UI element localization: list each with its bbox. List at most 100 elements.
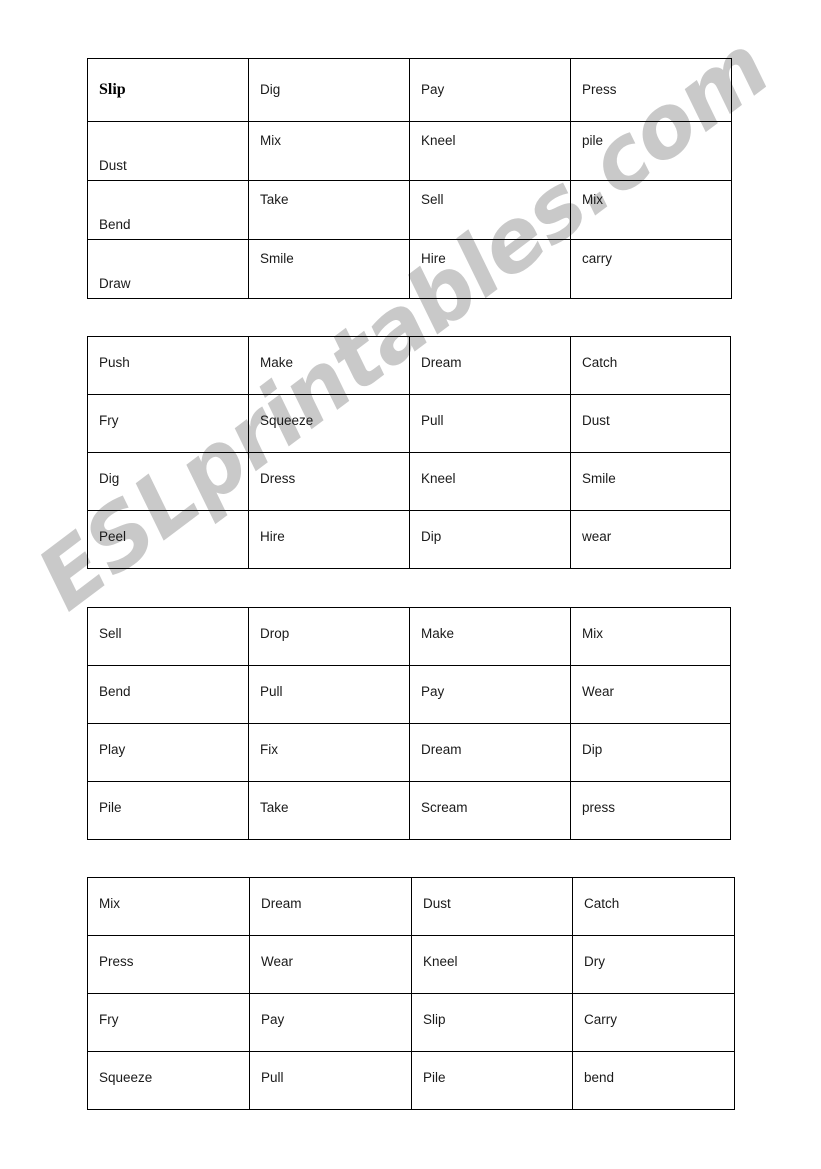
word-cell[interactable]: Bend [87, 665, 249, 724]
word-cell[interactable]: Kneel [409, 452, 571, 511]
word-label: Pay [421, 81, 445, 97]
word-cell[interactable]: Dip [570, 723, 731, 782]
word-cell[interactable]: Pay [249, 993, 412, 1052]
word-cell[interactable]: bend [572, 1051, 735, 1110]
word-cell[interactable]: Dust [411, 877, 573, 936]
word-cell[interactable]: Pay [409, 665, 571, 724]
word-cell[interactable]: Dream [409, 723, 571, 782]
word-cell[interactable]: press [570, 781, 731, 840]
word-cell[interactable]: Slip [87, 58, 249, 122]
word-label: Dream [261, 896, 302, 911]
word-cell[interactable]: Catch [572, 877, 735, 936]
word-label: Pull [260, 684, 283, 699]
word-cell[interactable]: Pay [409, 58, 571, 122]
word-label: pile [582, 133, 604, 148]
word-cell[interactable]: Dig [248, 58, 410, 122]
word-cell[interactable]: wear [570, 510, 731, 569]
word-label: Dream [421, 355, 462, 370]
word-cell[interactable]: Mix [570, 180, 732, 240]
word-cell[interactable]: Make [409, 607, 571, 666]
word-cell[interactable]: Make [248, 336, 410, 395]
word-label: Sell [99, 626, 122, 641]
worksheet-page: Slip Dig Pay Press Dust Mix Kneel pile B… [0, 0, 821, 1169]
word-label: bend [584, 1070, 615, 1085]
word-cell[interactable]: Peel [87, 510, 249, 569]
word-cell[interactable]: Play [87, 723, 249, 782]
word-label: Smile [582, 471, 616, 486]
word-label: Smile [260, 251, 294, 266]
word-label: Pay [261, 1012, 285, 1027]
word-cell[interactable]: Pull [249, 1051, 412, 1110]
word-label: Wear [261, 954, 294, 969]
word-bingo-card-1: Slip Dig Pay Press Dust Mix Kneel pile B… [87, 58, 732, 299]
word-label: Fry [99, 1012, 119, 1027]
word-cell[interactable]: Mix [87, 877, 250, 936]
word-cell[interactable]: Pull [409, 394, 571, 453]
word-label: Slip [99, 81, 126, 99]
word-cell[interactable]: Mix [248, 121, 410, 181]
word-cell[interactable]: Dig [87, 452, 249, 511]
word-cell[interactable]: Fix [248, 723, 410, 782]
word-cell[interactable]: Smile [570, 452, 731, 511]
word-cell[interactable]: Dream [409, 336, 571, 395]
word-label: Wear [582, 684, 615, 699]
word-cell[interactable]: Dust [570, 394, 731, 453]
word-cell[interactable]: Hire [248, 510, 410, 569]
word-cell[interactable]: Catch [570, 336, 731, 395]
word-cell[interactable]: Kneel [409, 121, 571, 181]
word-cell[interactable]: Pile [411, 1051, 573, 1110]
word-cell[interactable]: Dip [409, 510, 571, 569]
word-label: Mix [260, 133, 281, 148]
word-cell[interactable]: Wear [570, 665, 731, 724]
word-label: Kneel [423, 954, 458, 969]
word-cell[interactable]: Dream [249, 877, 412, 936]
word-cell[interactable]: carry [570, 239, 732, 299]
word-cell[interactable]: Hire [409, 239, 571, 299]
word-cell[interactable]: Squeeze [87, 1051, 250, 1110]
word-label: Pull [261, 1070, 284, 1085]
word-cell[interactable]: pile [570, 121, 732, 181]
word-cell[interactable]: Bend [87, 180, 249, 240]
word-label: Dust [423, 896, 451, 911]
word-cell[interactable]: Carry [572, 993, 735, 1052]
table-row: Mix Dream Dust Catch [87, 877, 735, 936]
word-cell[interactable]: Pull [248, 665, 410, 724]
word-cell[interactable]: Slip [411, 993, 573, 1052]
word-cell[interactable]: Sell [409, 180, 571, 240]
word-cell[interactable]: Scream [409, 781, 571, 840]
word-cell[interactable]: Wear [249, 935, 412, 994]
word-label: Dip [582, 742, 603, 757]
word-label: Bend [99, 217, 131, 233]
table-row: Sell Drop Make Mix [87, 607, 731, 666]
word-label: Carry [584, 1012, 617, 1027]
word-cell[interactable]: Dust [87, 121, 249, 181]
word-label: Dust [582, 413, 610, 428]
word-cell[interactable]: Fry [87, 394, 249, 453]
word-label: Hire [260, 529, 285, 544]
word-cell[interactable]: Push [87, 336, 249, 395]
word-label: Pile [99, 800, 122, 815]
table-row: Bend Pull Pay Wear [87, 665, 731, 724]
word-cell[interactable]: Pile [87, 781, 249, 840]
word-cell[interactable]: Draw [87, 239, 249, 299]
word-label: Mix [582, 626, 603, 641]
word-cell[interactable]: Take [248, 180, 410, 240]
word-cell[interactable]: Kneel [411, 935, 573, 994]
word-cell[interactable]: Fry [87, 993, 250, 1052]
word-label: Hire [421, 251, 446, 266]
word-label: carry [582, 251, 612, 266]
word-cell[interactable]: Press [87, 935, 250, 994]
word-cell[interactable]: Dress [248, 452, 410, 511]
word-cell[interactable]: Dry [572, 935, 735, 994]
table-row: Fry Squeeze Pull Dust [87, 394, 731, 453]
word-cell[interactable]: Take [248, 781, 410, 840]
word-bingo-card-3: Sell Drop Make Mix Bend Pull Pay Wear Pl… [87, 607, 731, 840]
word-label: Fry [99, 413, 119, 428]
word-cell[interactable]: Mix [570, 607, 731, 666]
word-cell[interactable]: Drop [248, 607, 410, 666]
table-row: Play Fix Dream Dip [87, 723, 731, 782]
word-cell[interactable]: Smile [248, 239, 410, 299]
word-cell[interactable]: Squeeze [248, 394, 410, 453]
word-cell[interactable]: Sell [87, 607, 249, 666]
word-cell[interactable]: Press [570, 58, 732, 122]
